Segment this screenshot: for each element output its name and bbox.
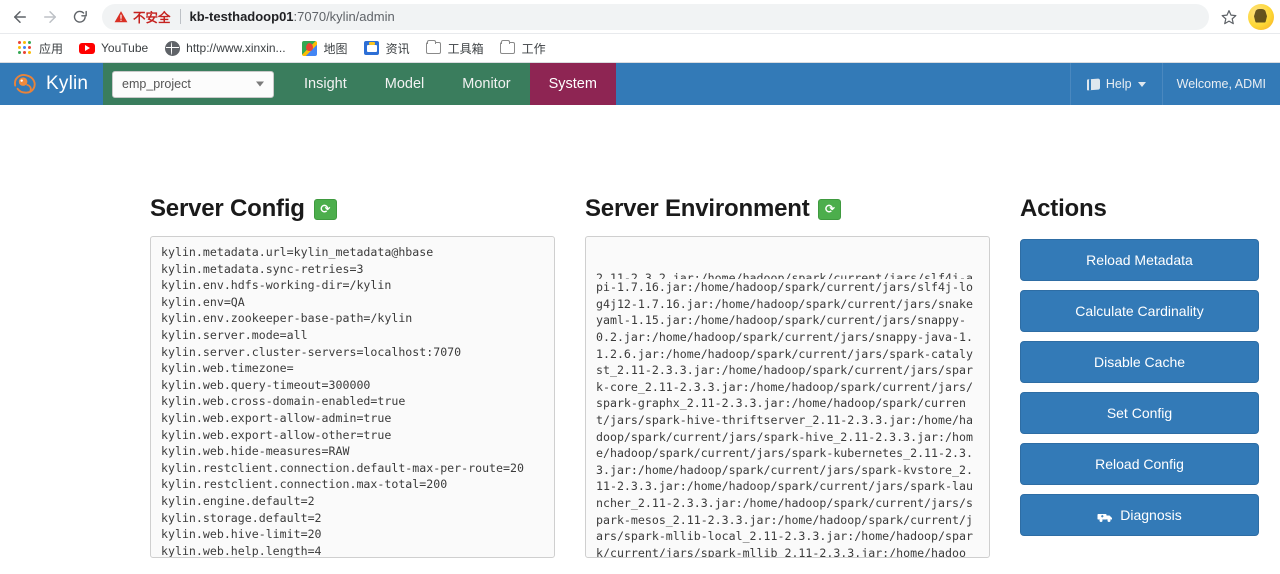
nav-right-group: Help Welcome, ADMI: [1069, 63, 1280, 105]
apps-grid-icon: [17, 40, 33, 56]
bookmark-youtube[interactable]: YouTube: [71, 37, 156, 59]
omnibox-divider: [179, 9, 181, 24]
tab-system[interactable]: System: [529, 63, 616, 105]
server-config-heading: Server Config ⟳: [150, 195, 555, 223]
diagnosis-button[interactable]: Diagnosis: [1020, 494, 1259, 536]
ambulance-icon: [1097, 510, 1113, 522]
bookmark-label: 工具箱: [447, 41, 484, 56]
brand-home-link[interactable]: Kylin: [0, 63, 103, 105]
forward-arrow-icon: [44, 10, 56, 23]
bookmark-label: 资讯: [385, 41, 410, 56]
bookmark-xinxin[interactable]: http://www.xinxin...: [156, 37, 293, 59]
reload-metadata-button[interactable]: Reload Metadata: [1020, 239, 1259, 281]
folder-icon: [426, 39, 442, 56]
env-content: pi-1.7.16.jar:/home/hadoop/spark/current…: [596, 280, 973, 558]
button-label: Reload Metadata: [1086, 252, 1193, 268]
actions-panel: Actions Reload Metadata Calculate Cardin…: [1005, 195, 1265, 558]
button-label: Calculate Cardinality: [1075, 303, 1204, 319]
server-environment-textarea[interactable]: 2.11-2.3.2.jar:/home/hadoop/spark/curren…: [585, 236, 990, 558]
server-environment-title: Server Environment: [585, 195, 810, 222]
bookmark-apps[interactable]: 应用: [9, 37, 71, 59]
bookmark-toolbox-folder[interactable]: 工具箱: [418, 37, 492, 59]
tab-model[interactable]: Model: [366, 63, 444, 105]
forward-button[interactable]: [36, 3, 64, 31]
bookmark-work-folder[interactable]: 工作: [492, 37, 554, 59]
server-environment-panel: Server Environment ⟳ 2.11-2.3.2.jar:/hom…: [570, 195, 1005, 558]
refresh-icon[interactable]: ⟳: [313, 198, 337, 220]
address-bar[interactable]: 不安全 kb-testhadoop01:7070/kylin/admin: [102, 3, 1209, 30]
refresh-glyph: ⟳: [825, 202, 835, 216]
url-host: kb-testhadoop01: [189, 9, 294, 24]
bookmark-label: http://www.xinxin...: [186, 41, 286, 55]
bookmark-star-icon: [1221, 9, 1237, 24]
folder-icon: [500, 39, 516, 56]
not-secure-label: 不安全: [133, 11, 171, 25]
calculate-cardinality-button[interactable]: Calculate Cardinality: [1020, 290, 1259, 332]
bookmark-label: 工作: [521, 41, 546, 56]
help-label: Help: [1105, 77, 1132, 91]
brand-title: Kylin: [46, 73, 89, 94]
kylin-navbar: Kylin emp_project Insight Model Monitor …: [0, 63, 1280, 105]
bookmark-star-button[interactable]: [1215, 3, 1243, 31]
chevron-down-icon: [256, 81, 264, 87]
book-icon: [1086, 78, 1100, 90]
back-button[interactable]: [6, 3, 34, 31]
help-menu[interactable]: Help: [1069, 63, 1163, 105]
server-config-panel: Server Config ⟳ kylin.metadata.url=kylin…: [135, 195, 570, 558]
bookmark-maps[interactable]: 地图: [294, 37, 356, 59]
not-secure-warning-icon: [114, 10, 128, 24]
maps-icon: [302, 40, 318, 56]
browser-toolbar: 不安全 kb-testhadoop01:7070/kylin/admin: [0, 0, 1280, 33]
profile-avatar[interactable]: [1248, 3, 1274, 30]
news-icon: [364, 40, 380, 56]
bookmark-label: YouTube: [101, 41, 149, 55]
nav-main-group: emp_project Insight Model Monitor System: [103, 63, 616, 105]
back-arrow-icon: [14, 10, 26, 23]
button-label: Disable Cache: [1093, 354, 1186, 370]
refresh-glyph: ⟳: [320, 202, 331, 216]
set-config-button[interactable]: Set Config: [1020, 392, 1259, 434]
caret-down-icon: [1137, 81, 1146, 87]
project-select-value: emp_project: [122, 77, 191, 91]
url-path: :7070/kylin/admin: [293, 9, 395, 24]
actions-title: Actions: [1020, 195, 1107, 222]
button-label: Diagnosis: [1120, 507, 1182, 523]
bookmark-label: 地图: [323, 41, 348, 56]
globe-icon: [164, 40, 180, 56]
refresh-icon[interactable]: ⟳: [818, 198, 842, 220]
reload-config-button[interactable]: Reload Config: [1020, 443, 1259, 485]
env-clipped-line: 2.11-2.3.2.jar:/home/hadoop/spark/curren…: [596, 271, 973, 280]
kylin-logo-icon: [12, 72, 39, 96]
url-text: kb-testhadoop01:7070/kylin/admin: [190, 9, 395, 24]
server-environment-heading: Server Environment ⟳: [585, 195, 990, 223]
bookmark-label: 应用: [39, 41, 64, 56]
browser-chrome: 不安全 kb-testhadoop01:7070/kylin/admin 应用: [0, 0, 1280, 63]
reload-icon: [73, 10, 87, 23]
server-config-title: Server Config: [150, 195, 305, 222]
reload-button[interactable]: [66, 3, 94, 31]
youtube-icon: [79, 40, 96, 56]
bookmark-news[interactable]: 资讯: [356, 37, 418, 59]
button-label: Set Config: [1106, 405, 1173, 421]
button-label: Reload Config: [1095, 456, 1184, 472]
tab-insight[interactable]: Insight: [285, 63, 366, 105]
bookmarks-bar: 应用 YouTube http://www.xinxin... 地图 资讯 工具…: [0, 33, 1280, 62]
admin-page: Server Config ⟳ kylin.metadata.url=kylin…: [0, 105, 1280, 558]
tab-monitor[interactable]: Monitor: [443, 63, 529, 105]
disable-cache-button[interactable]: Disable Cache: [1020, 341, 1259, 383]
welcome-user-menu[interactable]: Welcome, ADMI: [1163, 63, 1280, 105]
server-config-textarea[interactable]: kylin.metadata.url=kylin_metadata@hbase …: [150, 236, 555, 558]
project-select[interactable]: emp_project: [112, 70, 274, 98]
